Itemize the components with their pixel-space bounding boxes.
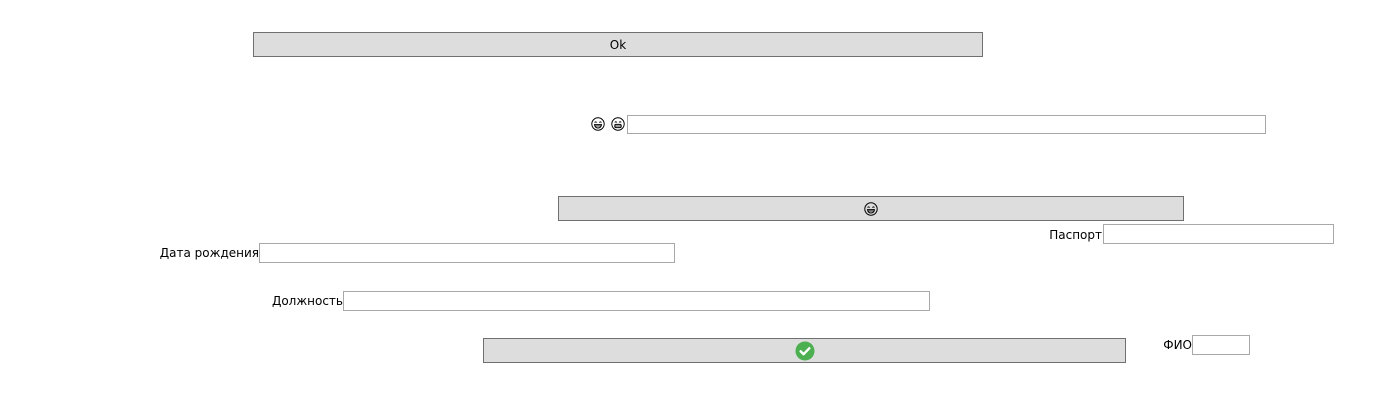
passport-label: Паспорт <box>1049 228 1102 242</box>
birth-date-label: Дата рождения <box>159 246 259 260</box>
emoji-button[interactable] <box>558 196 1184 221</box>
full-name-label: ФИО <box>1163 338 1192 352</box>
position-label: Должность <box>271 294 343 308</box>
green-check-circle-icon <box>795 341 815 361</box>
position-field[interactable] <box>343 291 930 311</box>
grinning-emoji-icon <box>611 117 625 131</box>
laughing-emoji-icon <box>591 117 605 131</box>
full-name-field[interactable] <box>1192 335 1250 355</box>
passport-field[interactable] <box>1103 224 1334 244</box>
ok-button[interactable]: Ok <box>253 32 983 57</box>
birth-date-field[interactable] <box>259 243 675 263</box>
confirm-button[interactable] <box>483 338 1126 363</box>
laughing-emoji-icon <box>864 201 878 216</box>
ok-button-label: Ok <box>609 37 627 52</box>
emoji-input[interactable] <box>627 115 1266 134</box>
